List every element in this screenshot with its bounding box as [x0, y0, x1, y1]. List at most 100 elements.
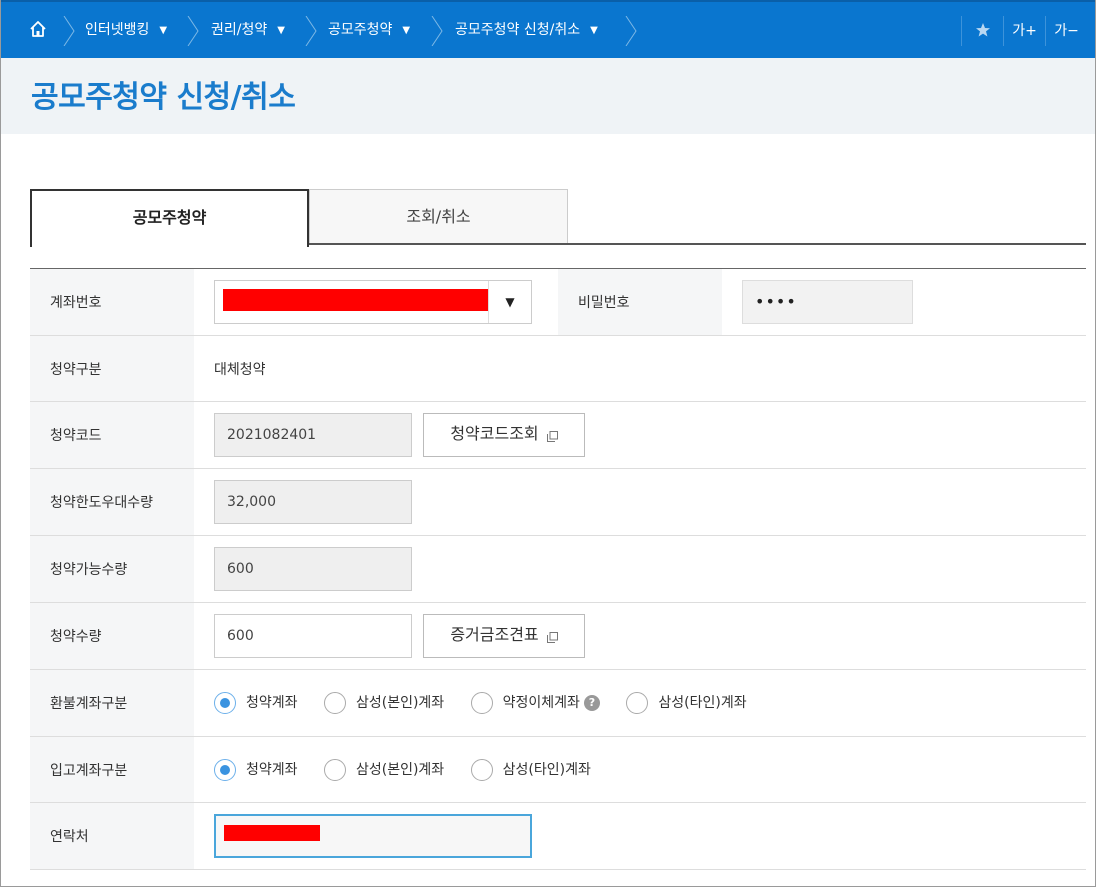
sub-qty-field[interactable]: 600	[214, 614, 412, 658]
form-row-refund-account: 환불계좌구분 청약계좌 삼성(본인)계좌 약정이체계좌? 삼성(타인)계좌	[30, 670, 1086, 737]
breadcrumb-separator-icon	[305, 16, 317, 46]
contact-field[interactable]	[214, 814, 532, 858]
star-icon	[975, 23, 990, 37]
radio-label: 약정이체계좌	[502, 695, 580, 711]
deposit-option-sub-account[interactable]: 청약계좌	[214, 758, 298, 781]
sub-code-label: 청약코드	[50, 428, 102, 444]
row-content: 대체청약	[194, 336, 1086, 401]
row-header: 계좌번호	[30, 269, 194, 335]
row-header: 환불계좌구분	[30, 670, 194, 736]
refund-option-samsung-own[interactable]: 삼성(본인)계좌	[323, 692, 445, 714]
row-header: 청약코드	[30, 402, 194, 468]
password-field[interactable]: ••••	[742, 280, 913, 324]
row-header: 청약구분	[30, 336, 194, 401]
form-row-account: 계좌번호 ▼ 비밀번호 ••••	[30, 269, 1086, 336]
refund-option-samsung-other[interactable]: 삼성(타인)계좌	[626, 692, 747, 714]
row-header: 청약가능수량	[30, 536, 194, 602]
sub-qty-label: 청약수량	[50, 629, 102, 645]
top-navigation-bar: 인터넷뱅킹 ▼ 권리/청약 ▼ 공모주청약 ▼ 공모주청약 신청/취소 ▼ 가+ 가−	[1, 0, 1095, 58]
row-header: 청약한도우대수량	[30, 469, 194, 535]
home-icon	[30, 21, 46, 37]
button-label: 증거금조견표	[450, 625, 539, 644]
dropdown-arrow-icon[interactable]: ▼	[488, 281, 531, 323]
radio-label: 삼성(본인)계좌	[355, 695, 445, 711]
radio-checked[interactable]	[214, 692, 236, 714]
radio-unchecked[interactable]	[626, 692, 649, 714]
password-header: 비밀번호	[558, 269, 722, 335]
row-content	[194, 803, 1086, 869]
font-size-down-button[interactable]: 가−	[1045, 16, 1087, 46]
sub-type-value: 대체청약	[214, 361, 266, 378]
refund-label: 환불계좌구분	[50, 696, 128, 712]
caret-down-icon: ▼	[590, 25, 598, 36]
caret-down-icon: ▼	[277, 25, 285, 36]
redacted-account-number	[223, 289, 489, 311]
account-label: 계좌번호	[50, 295, 102, 311]
row-content: 청약계좌 삼성(본인)계좌 삼성(타인)계좌	[194, 737, 1086, 802]
radio-unchecked[interactable]	[470, 758, 493, 781]
refund-option-contract-transfer[interactable]: 약정이체계좌?	[470, 692, 600, 714]
help-icon[interactable]: ?	[583, 695, 600, 711]
form-row-sub-code: 청약코드 2021082401 청약코드조회	[30, 402, 1086, 469]
form-row-avail-qty: 청약가능수량 600	[30, 536, 1086, 603]
radio-unchecked[interactable]	[323, 692, 346, 714]
refund-radio-group: 청약계좌 삼성(본인)계좌 약정이체계좌? 삼성(타인)계좌	[214, 692, 769, 714]
radio-unchecked[interactable]	[323, 758, 346, 781]
contact-label: 연락처	[50, 829, 89, 845]
row-header: 청약수량	[30, 603, 194, 669]
deposit-option-samsung-other[interactable]: 삼성(타인)계좌	[470, 758, 591, 781]
radio-label: 청약계좌	[246, 695, 298, 711]
popup-icon	[546, 618, 558, 643]
limit-qty-field: 32,000	[214, 480, 412, 524]
subscription-form: 계좌번호 ▼ 비밀번호 •••• 청약구분 대체청약 청약코드 20210824…	[30, 268, 1086, 870]
button-label: 청약코드조회	[450, 424, 539, 443]
font-size-up-button[interactable]: 가+	[1003, 16, 1045, 46]
tab-ipo-subscription[interactable]: 공모주청약	[30, 189, 309, 247]
row-content: 32,000	[194, 469, 1086, 535]
radio-label: 삼성(타인)계좌	[502, 761, 591, 778]
margin-table-button[interactable]: 증거금조견표	[423, 614, 585, 658]
page-frame: 인터넷뱅킹 ▼ 권리/청약 ▼ 공모주청약 ▼ 공모주청약 신청/취소 ▼ 가+ 가− …	[0, 0, 1096, 887]
caret-down-icon: ▼	[159, 25, 168, 36]
caret-down-icon: ▼	[402, 25, 411, 36]
redacted-contact-number	[224, 825, 320, 841]
tab-bar: 공모주청약 조회/취소	[30, 189, 1086, 247]
deposit-option-samsung-own[interactable]: 삼성(본인)계좌	[323, 758, 445, 781]
radio-checked[interactable]	[214, 758, 236, 781]
form-row-limit-qty: 청약한도우대수량 32,000	[30, 469, 1086, 536]
page-title: 공모주청약 신청/취소	[31, 80, 296, 115]
tab-inquiry-cancel[interactable]: 조회/취소	[309, 189, 568, 243]
breadcrumb-separator-icon	[187, 16, 199, 46]
radio-label: 삼성(타인)계좌	[658, 695, 747, 711]
favorite-button[interactable]	[961, 16, 1003, 46]
row-content: 청약계좌 삼성(본인)계좌 약정이체계좌? 삼성(타인)계좌	[194, 670, 1086, 736]
password-label: 비밀번호	[578, 295, 630, 311]
sub-type-label: 청약구분	[50, 361, 102, 378]
breadcrumb-label: 인터넷뱅킹	[85, 22, 150, 38]
row-header: 입고계좌구분	[30, 737, 194, 802]
breadcrumb-item-internet-banking[interactable]: 인터넷뱅킹 ▼	[85, 2, 167, 58]
form-row-sub-type: 청약구분 대체청약	[30, 336, 1086, 402]
radio-unchecked[interactable]	[470, 692, 493, 714]
deposit-label: 입고계좌구분	[50, 762, 128, 779]
breadcrumb-item-rights[interactable]: 권리/청약 ▼	[211, 2, 285, 58]
row-content: 2021082401 청약코드조회	[194, 402, 1086, 468]
breadcrumb-separator-icon	[431, 16, 443, 46]
sub-code-field: 2021082401	[214, 413, 412, 457]
breadcrumb-separator-icon	[625, 16, 637, 46]
radio-label: 청약계좌	[246, 761, 298, 778]
row-content: 600 증거금조견표	[194, 603, 1086, 669]
row-header: 연락처	[30, 803, 194, 869]
breadcrumb-item-current[interactable]: 공모주청약 신청/취소 ▼	[455, 2, 598, 58]
breadcrumb-item-ipo[interactable]: 공모주청약 ▼	[328, 2, 410, 58]
breadcrumb-label: 공모주청약	[328, 22, 393, 38]
account-select[interactable]: ▼	[214, 280, 532, 324]
sub-code-lookup-button[interactable]: 청약코드조회	[423, 413, 585, 457]
avail-qty-field: 600	[214, 547, 412, 591]
breadcrumb-label: 공모주청약 신청/취소	[455, 22, 581, 38]
popup-icon	[546, 417, 558, 442]
radio-label: 삼성(본인)계좌	[355, 761, 445, 778]
title-bar: 공모주청약 신청/취소	[1, 58, 1095, 134]
refund-option-sub-account[interactable]: 청약계좌	[214, 692, 298, 714]
row-content: 600	[194, 536, 1086, 602]
